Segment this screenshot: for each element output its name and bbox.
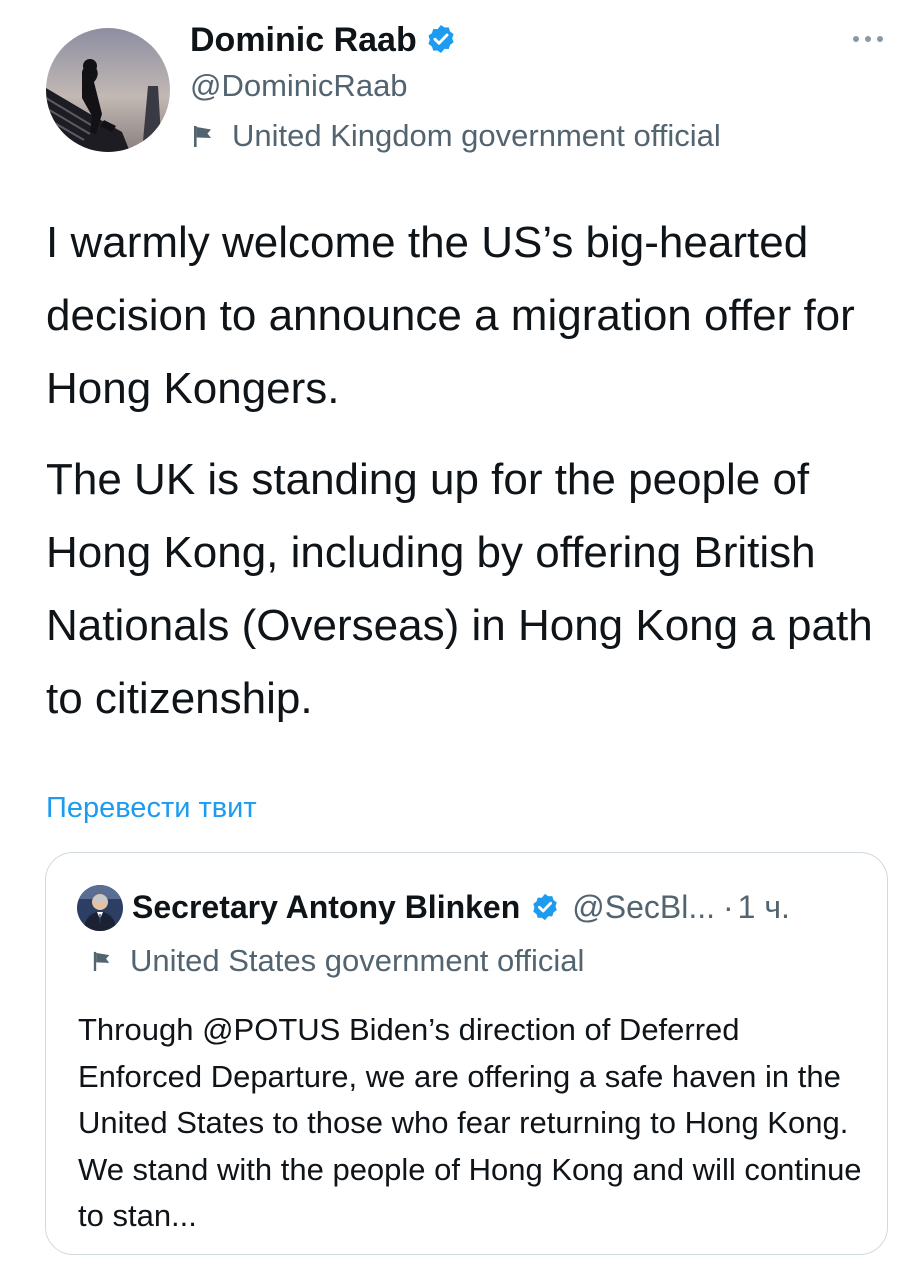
government-label-text: United Kingdom government official: [232, 118, 721, 153]
translate-tweet-link[interactable]: Перевести твит: [46, 790, 257, 826]
separator-dot: ·: [723, 889, 734, 925]
author-handle[interactable]: @DominicRaab: [190, 66, 408, 106]
quoted-author-name[interactable]: Secretary Antony Blinken: [132, 887, 520, 927]
government-flag-icon: [93, 951, 110, 971]
author-name[interactable]: Dominic Raab: [190, 20, 457, 60]
more-options-icon[interactable]: [851, 30, 885, 48]
government-flag-icon: [194, 126, 211, 147]
quoted-tweet-card[interactable]: Secretary Antony Blinken @SecBl... · 1 ч…: [45, 852, 888, 1255]
quoted-author-avatar[interactable]: [77, 885, 123, 931]
verified-badge-icon: [533, 893, 558, 921]
tweet-paragraph: The UK is standing up for the people of …: [46, 455, 873, 723]
quoted-government-label: United States government official: [92, 941, 584, 981]
author-name-text: Dominic Raab: [190, 21, 417, 59]
quoted-government-label-text: United States government official: [130, 943, 585, 978]
author-avatar[interactable]: [46, 28, 170, 152]
verified-badge-icon: [428, 25, 454, 53]
tweet-paragraph: I warmly welcome the US’s big-hearted de…: [46, 218, 855, 413]
quoted-tweet-header: Secretary Antony Blinken @SecBl... · 1 ч…: [132, 887, 790, 927]
quoted-tweet-time[interactable]: 1 ч.: [738, 887, 790, 927]
government-label: United Kingdom government official: [192, 116, 721, 156]
quoted-tweet-text: Through @POTUS Biden’s direction of Defe…: [78, 1012, 862, 1233]
quoted-author-handle[interactable]: @SecBl...: [572, 887, 715, 927]
tweet-text: I warmly welcome the US’s big-hearted de…: [46, 206, 896, 753]
